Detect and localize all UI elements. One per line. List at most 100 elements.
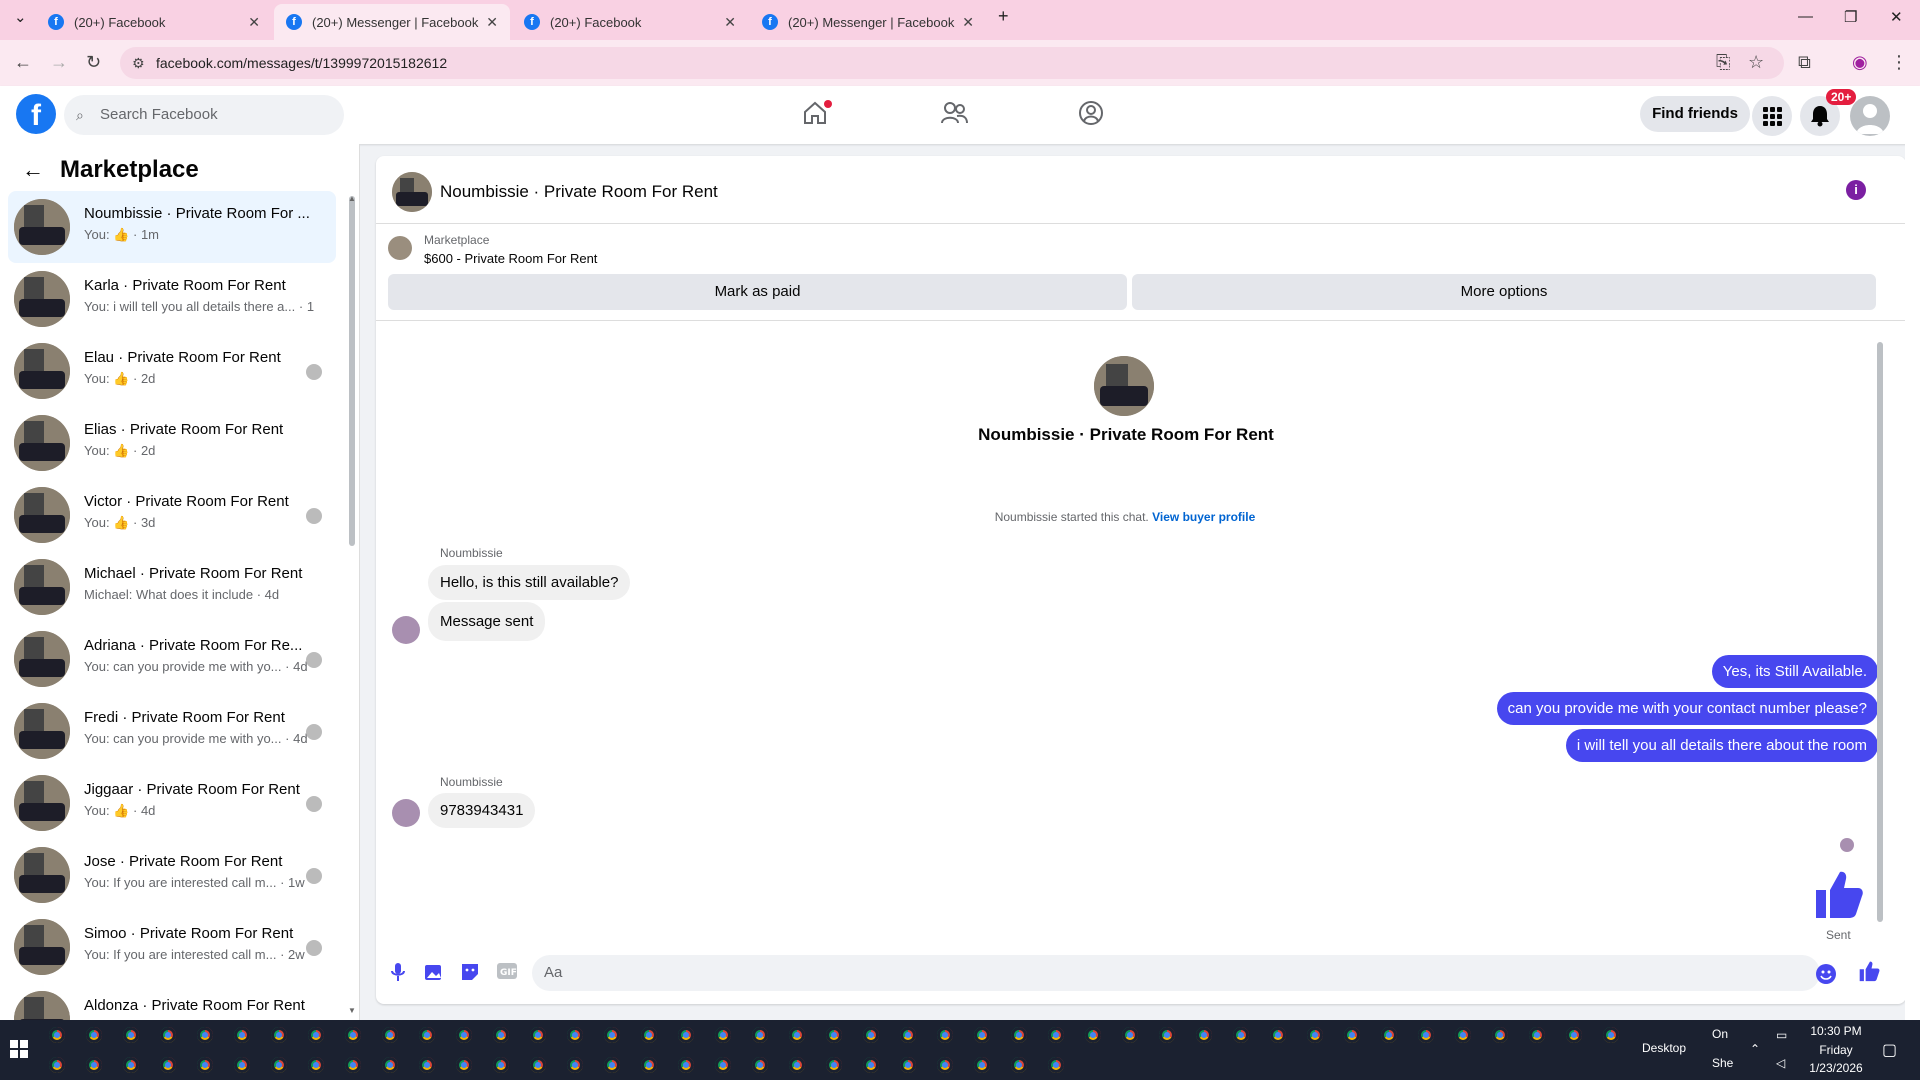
chrome-taskbar-icon[interactable] <box>641 1027 657 1043</box>
chrome-taskbar-icon[interactable] <box>271 1027 287 1043</box>
chat-scrollbar[interactable] <box>1877 342 1883 922</box>
chrome-taskbar-icon[interactable] <box>1344 1027 1360 1043</box>
browser-tab-4[interactable]: f (20+) Messenger | Facebook ✕ <box>750 4 986 40</box>
taskbar-app-icon[interactable] <box>419 1057 435 1073</box>
onedrive-status[interactable]: On <box>1712 1027 1728 1041</box>
minimize-icon[interactable]: — <box>1798 8 1813 25</box>
network-icon[interactable]: ▭ <box>1776 1028 1787 1042</box>
taskbar-app-icon[interactable] <box>937 1057 953 1073</box>
chrome-taskbar-icon[interactable] <box>900 1027 916 1043</box>
forward-icon[interactable]: → <box>50 52 68 73</box>
taskbar-app-icon[interactable] <box>715 1057 731 1073</box>
microphone-icon[interactable] <box>390 962 406 987</box>
site-info-icon[interactable]: ⚙ <box>132 55 145 72</box>
taskbar-app-icon[interactable] <box>308 1057 324 1073</box>
send-like-icon[interactable] <box>1858 960 1880 988</box>
more-options-button[interactable]: More options <box>1132 274 1876 310</box>
taskbar-app-icon[interactable] <box>678 1057 694 1073</box>
incoming-message[interactable]: Hello, is this still available? <box>428 565 631 600</box>
info-icon[interactable]: i <box>1846 180 1866 200</box>
sidebar-scrollbar[interactable] <box>349 196 355 546</box>
volume-icon[interactable]: ◁ <box>1776 1056 1785 1070</box>
profile-icon[interactable]: ◉ <box>1852 52 1868 73</box>
chrome-taskbar-icon[interactable] <box>937 1027 953 1043</box>
sticker-icon[interactable] <box>460 962 480 987</box>
install-app-icon[interactable]: ⎘ <box>1716 52 1730 73</box>
chrome-taskbar-icon[interactable] <box>789 1027 805 1043</box>
outgoing-message[interactable]: i will tell you all details there about … <box>1565 729 1878 762</box>
outgoing-message[interactable]: can you provide me with your contact num… <box>1496 692 1878 725</box>
taskbar-app-icon[interactable] <box>789 1057 805 1073</box>
notification-center-icon[interactable]: ▢ <box>1882 1040 1897 1060</box>
chrome-taskbar-icon[interactable] <box>197 1027 213 1043</box>
taskbar-app-icon[interactable] <box>900 1057 916 1073</box>
account-avatar[interactable] <box>1850 96 1890 136</box>
chrome-taskbar-icon[interactable] <box>1381 1027 1397 1043</box>
chat-title[interactable]: Noumbissie · Private Room For Rent <box>440 182 718 202</box>
chrome-taskbar-icon[interactable] <box>1048 1027 1064 1043</box>
taskbar-app-icon[interactable] <box>974 1057 990 1073</box>
chrome-taskbar-icon[interactable] <box>308 1027 324 1043</box>
groups-nav-icon[interactable] <box>1078 100 1104 131</box>
chrome-taskbar-icon[interactable] <box>1270 1027 1286 1043</box>
message-input[interactable]: Aa <box>532 955 1820 991</box>
chrome-taskbar-icon[interactable] <box>1122 1027 1138 1043</box>
browser-tab-1[interactable]: f (20+) Facebook ✕ <box>36 4 272 40</box>
listing-price-title[interactable]: $600 - Private Room For Rent <box>424 251 597 266</box>
listing-thumbnail[interactable] <box>388 236 412 260</box>
bookmark-star-icon[interactable]: ☆ <box>1748 52 1764 73</box>
taskbar-app-icon[interactable] <box>826 1057 842 1073</box>
chrome-taskbar-icon[interactable] <box>567 1027 583 1043</box>
tab-search-icon[interactable]: ⌄ <box>14 8 27 26</box>
chrome-taskbar-icon[interactable] <box>1085 1027 1101 1043</box>
chrome-taskbar-icon[interactable] <box>234 1027 250 1043</box>
chrome-taskbar-icon[interactable] <box>1418 1027 1434 1043</box>
chrome-taskbar-icon[interactable] <box>604 1027 620 1043</box>
browser-tab-2[interactable]: f (20+) Messenger | Facebook ✕ <box>274 4 510 40</box>
contact-profile-avatar[interactable] <box>1094 356 1154 416</box>
taskbar-app-icon[interactable] <box>123 1057 139 1073</box>
menu-grid-icon[interactable] <box>1752 96 1792 136</box>
conversation-item[interactable]: Michael · Private Room For Rent Michael: … <box>8 551 336 623</box>
scroll-up-icon[interactable]: ▲ <box>348 194 356 203</box>
taskbar-app-icon[interactable] <box>641 1057 657 1073</box>
close-tab-icon[interactable]: ✕ <box>962 14 974 31</box>
tray-chevron-icon[interactable]: ⌃ <box>1750 1042 1760 1056</box>
desktop-label[interactable]: Desktop <box>1642 1041 1686 1055</box>
chrome-taskbar-icon[interactable] <box>86 1027 102 1043</box>
close-tab-icon[interactable]: ✕ <box>486 14 498 31</box>
page-scrollbar[interactable] <box>1905 86 1920 1020</box>
photo-icon[interactable] <box>424 962 444 987</box>
emoji-icon[interactable] <box>1816 964 1836 984</box>
gif-icon[interactable]: GIF <box>496 962 518 985</box>
chrome-taskbar-icon[interactable] <box>1566 1027 1582 1043</box>
chrome-taskbar-icon[interactable] <box>678 1027 694 1043</box>
chrome-taskbar-icon[interactable] <box>456 1027 472 1043</box>
friends-nav-icon[interactable] <box>940 100 968 131</box>
facebook-logo-icon[interactable]: f <box>16 94 56 134</box>
taskbar-app-icon[interactable] <box>382 1057 398 1073</box>
chrome-taskbar-icon[interactable] <box>123 1027 139 1043</box>
sender-avatar[interactable] <box>392 616 420 644</box>
chrome-taskbar-icon[interactable] <box>493 1027 509 1043</box>
sender-avatar[interactable] <box>392 799 420 827</box>
chrome-taskbar-icon[interactable] <box>1603 1027 1619 1043</box>
taskbar-app-icon[interactable] <box>863 1057 879 1073</box>
chrome-taskbar-icon[interactable] <box>530 1027 546 1043</box>
chrome-taskbar-icon[interactable] <box>974 1027 990 1043</box>
taskbar-app-icon[interactable] <box>604 1057 620 1073</box>
taskbar-app-icon[interactable] <box>271 1057 287 1073</box>
mark-as-paid-button[interactable]: Mark as paid <box>388 274 1127 310</box>
conversation-item[interactable]: Fredi · Private Room For Rent You: can yo… <box>8 695 336 767</box>
taskbar-app-icon[interactable] <box>456 1057 472 1073</box>
taskbar-app-icon[interactable] <box>1011 1057 1027 1073</box>
chrome-taskbar-icon[interactable] <box>1529 1027 1545 1043</box>
chrome-taskbar-icon[interactable] <box>1196 1027 1212 1043</box>
chrome-taskbar-icon[interactable] <box>382 1027 398 1043</box>
taskbar-app-icon[interactable] <box>86 1057 102 1073</box>
conversation-item[interactable]: Jose · Private Room For Rent You: If you … <box>8 839 336 911</box>
conversation-item[interactable]: Karla · Private Room For Rent You: i will… <box>8 263 336 335</box>
new-tab-icon[interactable]: + <box>998 6 1009 27</box>
conversation-item[interactable]: Elau · Private Room For Rent You: 👍 · 2d <box>8 335 336 407</box>
conversation-item[interactable]: Victor · Private Room For Rent You: 👍 · 3… <box>8 479 336 551</box>
